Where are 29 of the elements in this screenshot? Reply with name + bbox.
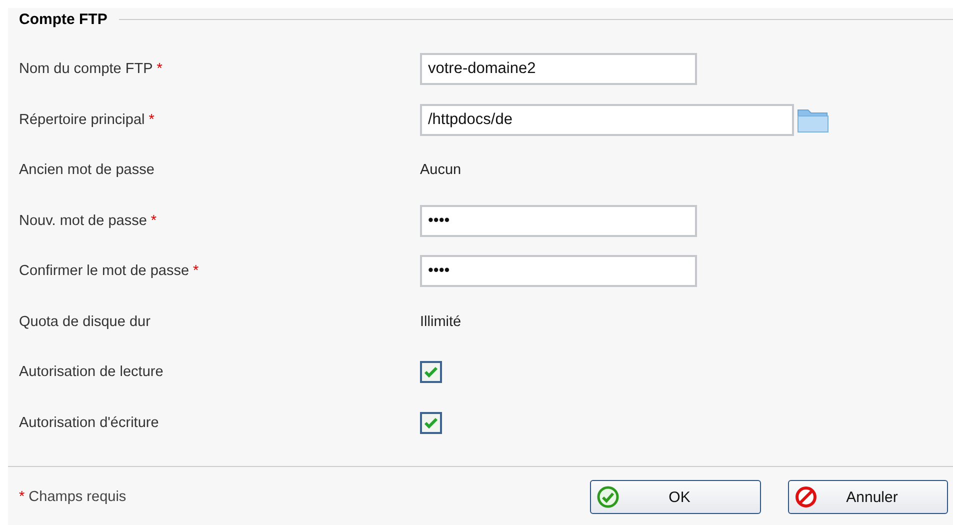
required-note: Champs requis: [28, 489, 126, 505]
field-label: Autorisation de lecture: [19, 364, 164, 380]
ok-button[interactable]: OK: [590, 480, 761, 514]
check-circle-icon: [597, 486, 619, 508]
checkbox[interactable]: [420, 412, 442, 434]
field-label: Ancien mot de passe: [19, 162, 154, 178]
field-label: Nouv. mot de passe: [19, 212, 147, 229]
field-label: Autorisation d'écriture: [19, 414, 159, 431]
cancel-button[interactable]: Annuler: [788, 480, 948, 514]
input-field[interactable]: ••••: [420, 204, 697, 237]
section-title: Compte FTP: [19, 10, 108, 28]
required-mark: *: [148, 112, 154, 128]
input-field[interactable]: ••••: [420, 255, 697, 288]
required-mark: *: [193, 263, 199, 280]
prohibited-icon: [795, 486, 817, 508]
field-label: Quota de disque dur: [19, 314, 150, 330]
field-value: Aucun: [420, 162, 462, 178]
checkmark-icon: [424, 416, 438, 429]
checkmark-icon: [424, 366, 438, 378]
field-label: Nom du compte FTP: [19, 61, 153, 78]
field-label: Répertoire principal: [19, 112, 145, 128]
input-field[interactable]: votre-domaine2: [420, 53, 697, 86]
checkbox[interactable]: [420, 361, 442, 384]
field-value: Illimité: [420, 314, 462, 330]
field-label: Confirmer le mot de passe: [19, 263, 190, 280]
required-mark: *: [156, 61, 162, 78]
required-mark: *: [150, 212, 157, 229]
input-field[interactable]: /httpdocs/de: [420, 104, 794, 136]
required-mark: *: [19, 489, 25, 505]
